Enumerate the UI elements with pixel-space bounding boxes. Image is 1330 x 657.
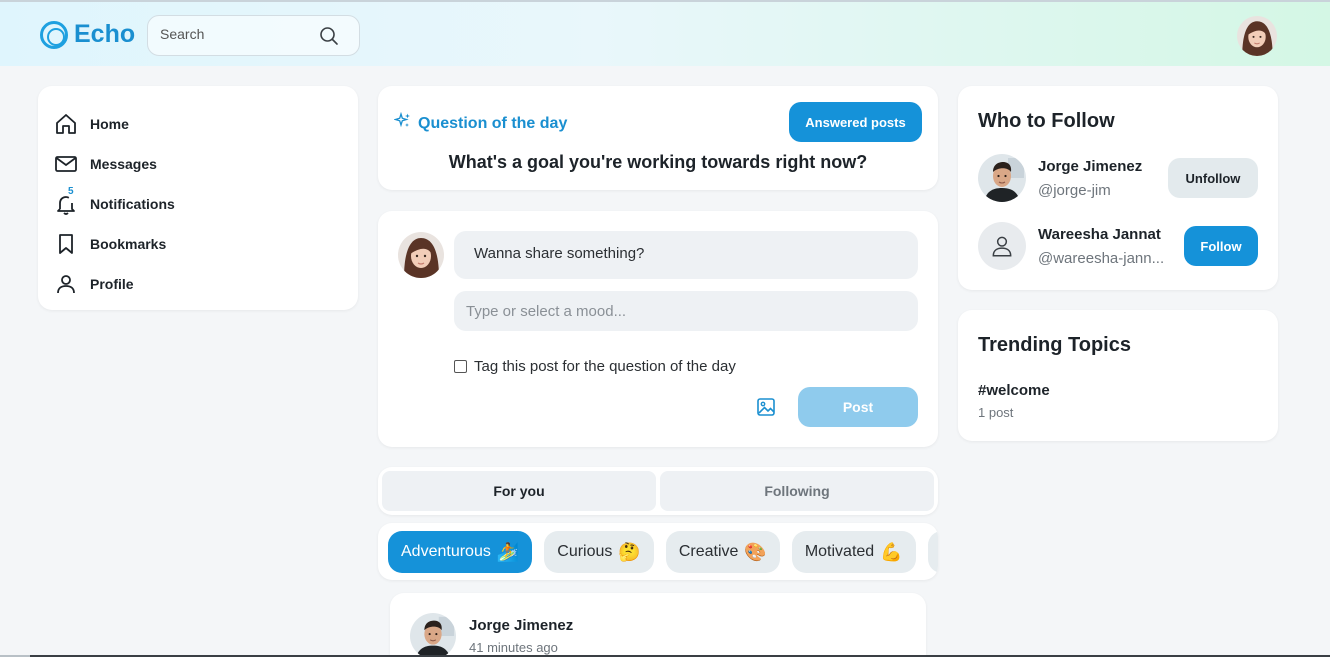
mood-chip-motivated[interactable]: Motivated 💪 bbox=[791, 531, 916, 573]
default-avatar-icon[interactable] bbox=[978, 222, 1026, 270]
chip-label: Adventurous bbox=[401, 543, 491, 560]
answered-posts-button[interactable]: Answered posts bbox=[789, 102, 922, 142]
trending-topic-tag[interactable]: #welcome bbox=[978, 382, 1050, 399]
sidebar-nav: Home Messages 5 Notifications Bookmarks … bbox=[38, 86, 358, 310]
flexed-biceps-icon: 💪 bbox=[880, 541, 903, 563]
sidebar-item-messages[interactable]: Messages bbox=[38, 144, 358, 184]
sidebar-item-label: Profile bbox=[90, 276, 134, 292]
avatar[interactable] bbox=[978, 154, 1026, 202]
who-to-follow-card: Who to Follow Jorge Jimenez @jorge-jim U… bbox=[958, 86, 1278, 290]
question-text: What's a goal you're working towards rig… bbox=[448, 152, 868, 172]
mood-chip-adventurous[interactable]: Adventurous 🏄 bbox=[388, 531, 533, 573]
feed-tabs: For you Following bbox=[378, 467, 938, 515]
question-heading-label: Question of the day bbox=[418, 114, 568, 132]
sidebar-item-notifications[interactable]: 5 Notifications bbox=[38, 184, 358, 224]
follow-user-name[interactable]: Jorge Jimenez bbox=[1038, 158, 1142, 175]
home-icon bbox=[54, 112, 78, 136]
feed-post: Jorge Jimenez 41 minutes ago bbox=[390, 593, 926, 657]
tag-question-option: Tag this post for the question of the da… bbox=[454, 358, 736, 375]
sidebar-item-label: Home bbox=[90, 116, 129, 132]
sidebar-item-label: Notifications bbox=[90, 196, 175, 212]
logo-ring-icon bbox=[40, 20, 68, 49]
app-logo[interactable]: Echo bbox=[40, 20, 135, 49]
chip-label: Creative bbox=[678, 543, 739, 560]
search-icon[interactable] bbox=[319, 26, 339, 51]
follow-user-name[interactable]: Wareesha Jannat bbox=[1038, 226, 1161, 243]
mood-chip-partial[interactable]: D bbox=[927, 531, 938, 573]
tab-following[interactable]: Following bbox=[660, 471, 934, 511]
search-input[interactable] bbox=[160, 26, 310, 42]
avatar[interactable] bbox=[410, 613, 456, 657]
sidebar-item-label: Messages bbox=[90, 156, 157, 172]
follow-button[interactable]: Follow bbox=[1184, 226, 1258, 266]
mood-filter-bar: Adventurous 🏄 Curious 🤔 Creative 🎨 Motiv… bbox=[378, 523, 938, 580]
user-icon bbox=[54, 272, 78, 296]
sidebar-item-profile[interactable]: Profile bbox=[38, 264, 358, 304]
tab-for-you[interactable]: For you bbox=[382, 471, 656, 511]
follow-suggestion: Jorge Jimenez @jorge-jim Unfollow bbox=[978, 154, 1258, 204]
mood-chip-curious[interactable]: Curious 🤔 bbox=[544, 531, 654, 573]
post-timestamp: 41 minutes ago bbox=[469, 640, 558, 655]
trending-topics-card: Trending Topics #welcome 1 post bbox=[958, 310, 1278, 441]
bell-icon: 5 bbox=[54, 186, 78, 216]
unfollow-button[interactable]: Unfollow bbox=[1168, 158, 1258, 198]
search-box bbox=[147, 15, 360, 56]
mail-icon bbox=[54, 152, 78, 176]
mood-chip-creative[interactable]: Creative 🎨 bbox=[665, 531, 780, 573]
question-heading: Question of the day bbox=[393, 111, 568, 135]
sidebar-item-bookmarks[interactable]: Bookmarks bbox=[38, 224, 358, 264]
chip-label: Curious bbox=[557, 543, 613, 560]
follow-suggestion: Wareesha Jannat @wareesha-jann... Follow bbox=[978, 222, 1258, 272]
top-bar: Echo bbox=[0, 0, 1330, 66]
mood-input[interactable] bbox=[454, 291, 918, 331]
who-to-follow-title: Who to Follow bbox=[978, 110, 1115, 132]
tag-question-label: Tag this post for the question of the da… bbox=[474, 358, 736, 375]
trending-topic-count: 1 post bbox=[978, 405, 1014, 420]
bookmark-icon bbox=[54, 232, 78, 256]
follow-user-handle: @jorge-jim bbox=[1038, 182, 1111, 199]
question-of-the-day-card: Question of the day Answered posts What'… bbox=[378, 86, 938, 190]
avatar bbox=[398, 232, 444, 278]
sparkles-icon bbox=[393, 111, 412, 135]
sidebar-item-label: Bookmarks bbox=[90, 236, 167, 252]
sidebar-item-home[interactable]: Home bbox=[38, 104, 358, 144]
thinking-face-icon: 🤔 bbox=[618, 541, 641, 563]
post-author[interactable]: Jorge Jimenez bbox=[469, 617, 573, 634]
share-input[interactable]: Wanna share something? bbox=[454, 231, 918, 279]
trending-title: Trending Topics bbox=[978, 334, 1131, 356]
tag-question-checkbox[interactable] bbox=[454, 360, 467, 373]
surfer-icon: 🏄 bbox=[496, 541, 520, 563]
chip-label: Motivated bbox=[804, 543, 875, 560]
post-button[interactable]: Post bbox=[798, 387, 918, 427]
notification-badge: 5 bbox=[68, 186, 74, 197]
palette-icon: 🎨 bbox=[744, 541, 767, 563]
user-avatar[interactable] bbox=[1237, 16, 1277, 56]
image-upload-icon[interactable] bbox=[756, 397, 776, 422]
post-composer: Wanna share something? Tag this post for… bbox=[378, 211, 938, 447]
app-name: Echo bbox=[74, 20, 136, 48]
follow-user-handle: @wareesha-jann... bbox=[1038, 250, 1165, 267]
